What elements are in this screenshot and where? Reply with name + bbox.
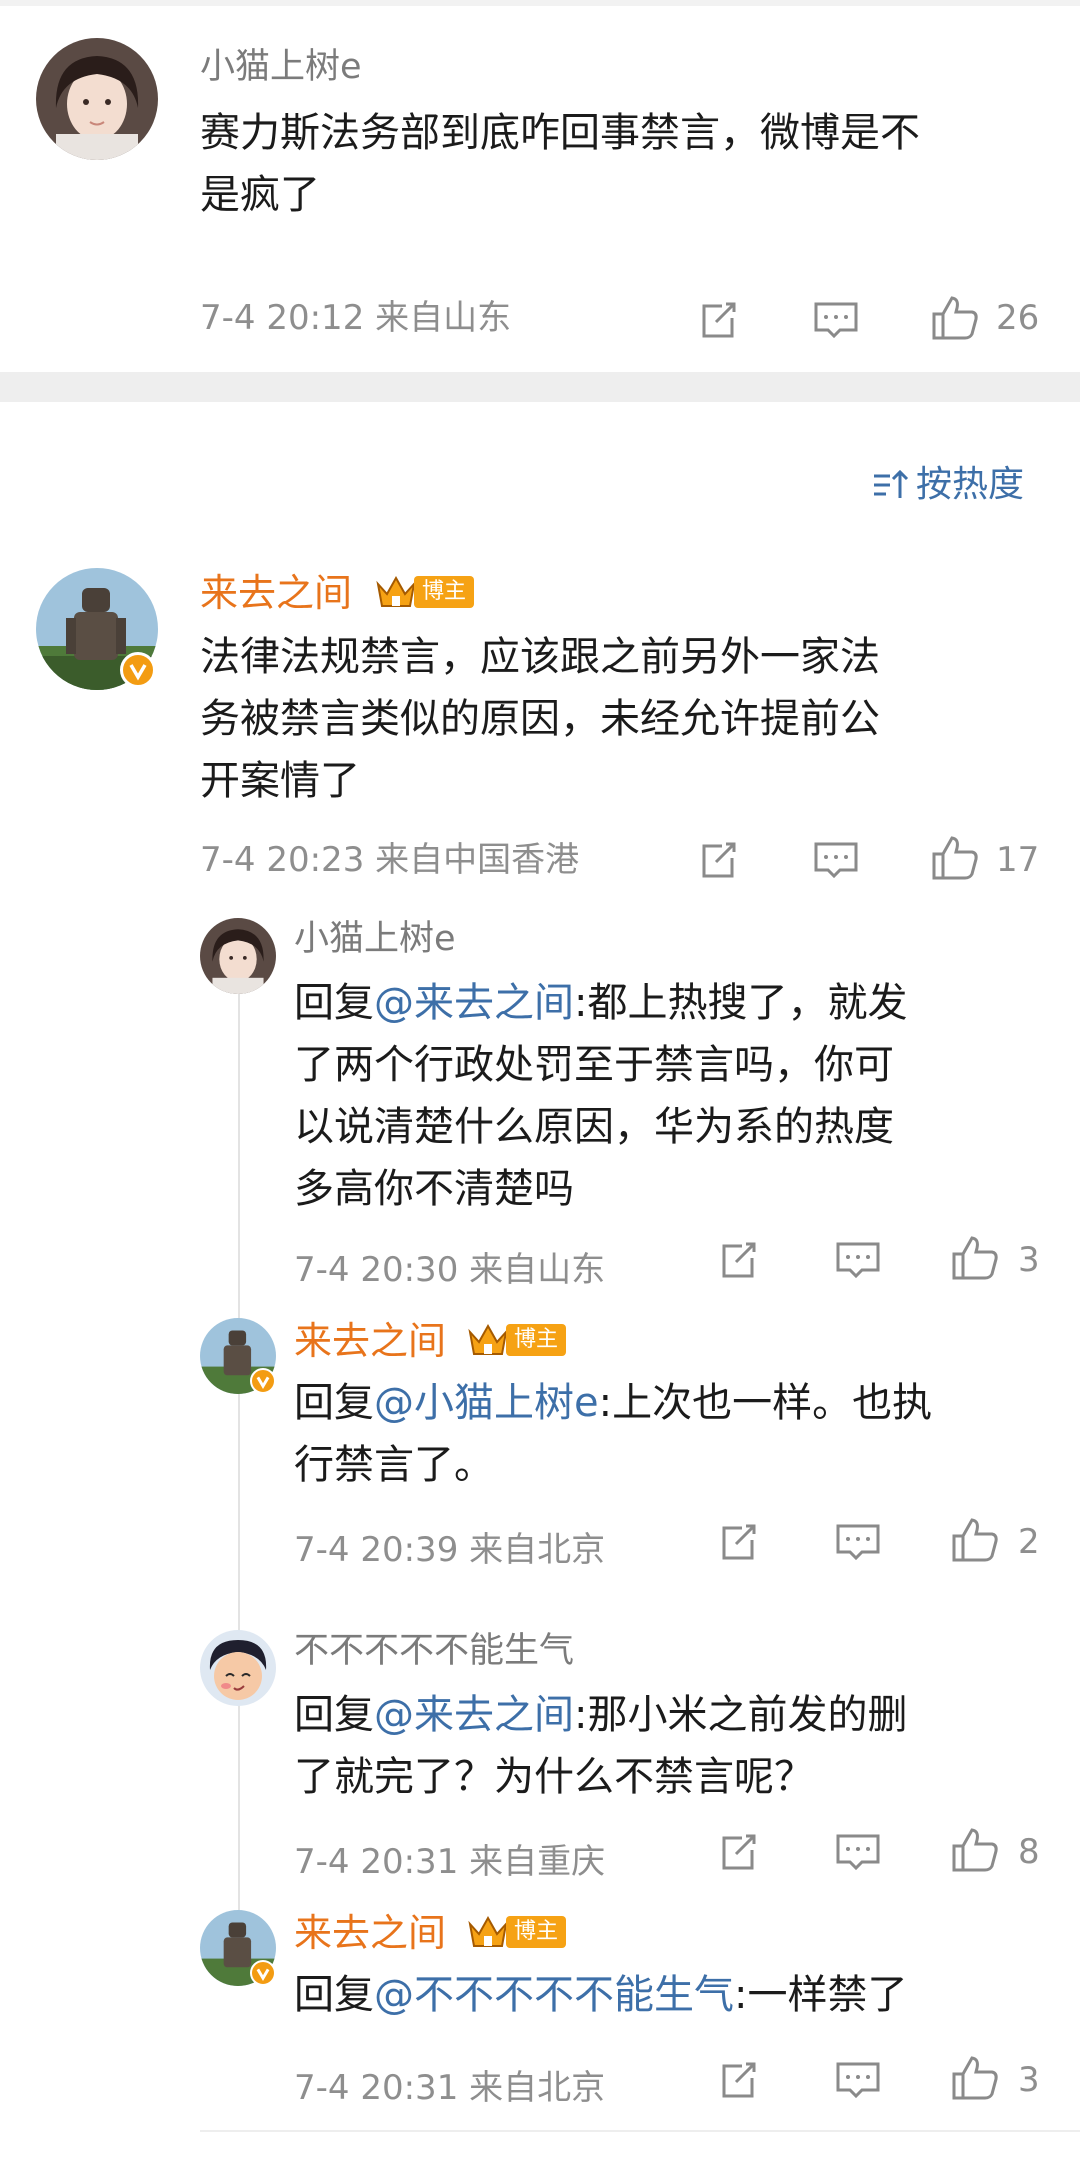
mention-link[interactable]: @来去之间	[374, 1692, 574, 1738]
author-badge-label: 博主	[414, 576, 475, 608]
avatar[interactable]	[200, 1630, 276, 1706]
comment-icon[interactable]	[834, 1520, 882, 1564]
reply-text: 回复@来去之间:那小米之前发的删 了就完了？为什么不禁言呢？	[294, 1684, 907, 1808]
top-divider	[0, 0, 1080, 6]
reply-text-line: 回复@不不不不不能生气:一样禁了	[294, 1964, 907, 2026]
reply-text: 回复@小猫上树e:上次也一样。也执 行禁言了。	[294, 1372, 932, 1496]
bottom-divider	[200, 2130, 1080, 2132]
comment-icon[interactable]	[834, 2058, 882, 2102]
like-icon[interactable]	[950, 1516, 1000, 1564]
reply-text: 回复@来去之间:都上热搜了，就发 了两个行政处罚至于禁言吗，你可 以说清楚什么原…	[294, 972, 907, 1220]
reply-text-line: 回复@来去之间:那小米之前发的删	[294, 1684, 907, 1746]
crown-icon	[466, 1320, 510, 1360]
share-icon[interactable]	[696, 838, 740, 882]
crown-icon	[466, 1912, 510, 1952]
thread-line	[238, 990, 240, 1970]
share-icon[interactable]	[696, 298, 740, 342]
reply-text-line: 以说清楚什么原因，华为系的热度	[294, 1104, 894, 1150]
comment-meta: 7-4 20:12 来自山东	[200, 298, 512, 338]
comment-icon[interactable]	[834, 1238, 882, 1282]
like-icon[interactable]	[950, 1826, 1000, 1874]
reply-username[interactable]: 来去之间	[294, 1316, 446, 1366]
comment-text-line: 是疯了	[200, 172, 320, 218]
comment-text: 法律法规禁言，应该跟之前另外一家法 务被禁言类似的原因，未经允许提前公 开案情了	[200, 626, 880, 812]
like-count: 2	[1018, 1522, 1040, 1562]
comment-icon[interactable]	[812, 298, 860, 342]
sort-label: 按热度	[916, 464, 1025, 505]
reply-prefix: 回复	[294, 1380, 374, 1426]
comment-text-line: 务被禁言类似的原因，未经允许提前公	[200, 696, 880, 742]
comment-username[interactable]: 小猫上树e	[200, 44, 362, 90]
mention-link[interactable]: @不不不不不能生气	[374, 1972, 734, 2018]
reply-prefix: 回复	[294, 1692, 374, 1738]
comment-icon[interactable]	[834, 1830, 882, 1874]
like-icon[interactable]	[930, 834, 980, 882]
avatar[interactable]	[36, 38, 158, 160]
avatar[interactable]	[200, 918, 276, 994]
author-badge-label: 博主	[506, 1324, 567, 1356]
like-icon[interactable]	[930, 294, 980, 342]
sort-icon	[872, 468, 910, 502]
comment-text-line: 赛力斯法务部到底咋回事禁言，微博是不	[200, 110, 920, 156]
like-count: 3	[1018, 2060, 1040, 2100]
comment-username[interactable]: 来去之间	[200, 568, 352, 618]
comment-text-line: 法律法规禁言，应该跟之前另外一家法	[200, 634, 880, 680]
author-badge: 博主	[374, 572, 475, 612]
reply-rest: :都上热搜了，就发	[574, 980, 908, 1026]
reply-meta: 7-4 20:31 来自北京	[294, 2068, 606, 2108]
like-icon[interactable]	[950, 2054, 1000, 2102]
reply-text-line: 了就完了？为什么不禁言呢？	[294, 1754, 814, 1800]
reply-meta: 7-4 20:30 来自山东	[294, 1250, 606, 1290]
verified-icon	[250, 1368, 276, 1394]
sort-control[interactable]: 按热度	[872, 462, 1024, 508]
share-icon[interactable]	[716, 2058, 760, 2102]
share-icon[interactable]	[716, 1830, 760, 1874]
reply-rest: :上次也一样。也执	[598, 1380, 933, 1426]
like-count: 8	[1018, 1832, 1040, 1872]
like-count: 3	[1018, 1240, 1040, 1280]
verified-icon	[250, 1960, 276, 1986]
reply-username[interactable]: 小猫上树e	[294, 916, 456, 962]
reply-text-line: 多高你不清楚吗	[294, 1166, 574, 1212]
verified-icon	[120, 652, 156, 688]
like-icon[interactable]	[950, 1234, 1000, 1282]
reply-text-line: 回复@小猫上树e:上次也一样。也执	[294, 1372, 932, 1434]
reply-prefix: 回复	[294, 1972, 374, 2018]
share-icon[interactable]	[716, 1238, 760, 1282]
reply-rest: :那小米之前发的删	[574, 1692, 908, 1738]
section-divider	[0, 372, 1080, 402]
reply-username[interactable]: 来去之间	[294, 1908, 446, 1958]
share-icon[interactable]	[716, 1520, 760, 1564]
mention-link[interactable]: @来去之间	[374, 980, 574, 1026]
comment-text-line: 开案情了	[200, 758, 360, 804]
comment-text: 赛力斯法务部到底咋回事禁言，微博是不 是疯了	[200, 102, 920, 226]
reply-meta: 7-4 20:39 来自北京	[294, 1530, 606, 1570]
author-badge-label: 博主	[506, 1916, 567, 1948]
reply-username[interactable]: 不不不不不能生气	[294, 1628, 574, 1674]
comment-icon[interactable]	[812, 838, 860, 882]
like-count: 26	[996, 298, 1040, 338]
reply-meta: 7-4 20:31 来自重庆	[294, 1842, 606, 1882]
crown-icon	[374, 572, 418, 612]
reply-text-line: 回复@来去之间:都上热搜了，就发	[294, 972, 907, 1034]
reply-text: 回复@不不不不不能生气:一样禁了	[294, 1964, 907, 2026]
reply-text-line: 了两个行政处罚至于禁言吗，你可	[294, 1042, 894, 1088]
mention-link[interactable]: @小猫上树e	[374, 1380, 599, 1426]
author-badge: 博主	[466, 1912, 567, 1952]
reply-rest: :一样禁了	[734, 1972, 908, 2018]
author-badge: 博主	[466, 1320, 567, 1360]
comment-meta: 7-4 20:23 来自中国香港	[200, 840, 580, 880]
reply-text-line: 行禁言了。	[294, 1442, 494, 1488]
reply-prefix: 回复	[294, 980, 374, 1026]
like-count: 17	[996, 840, 1040, 880]
